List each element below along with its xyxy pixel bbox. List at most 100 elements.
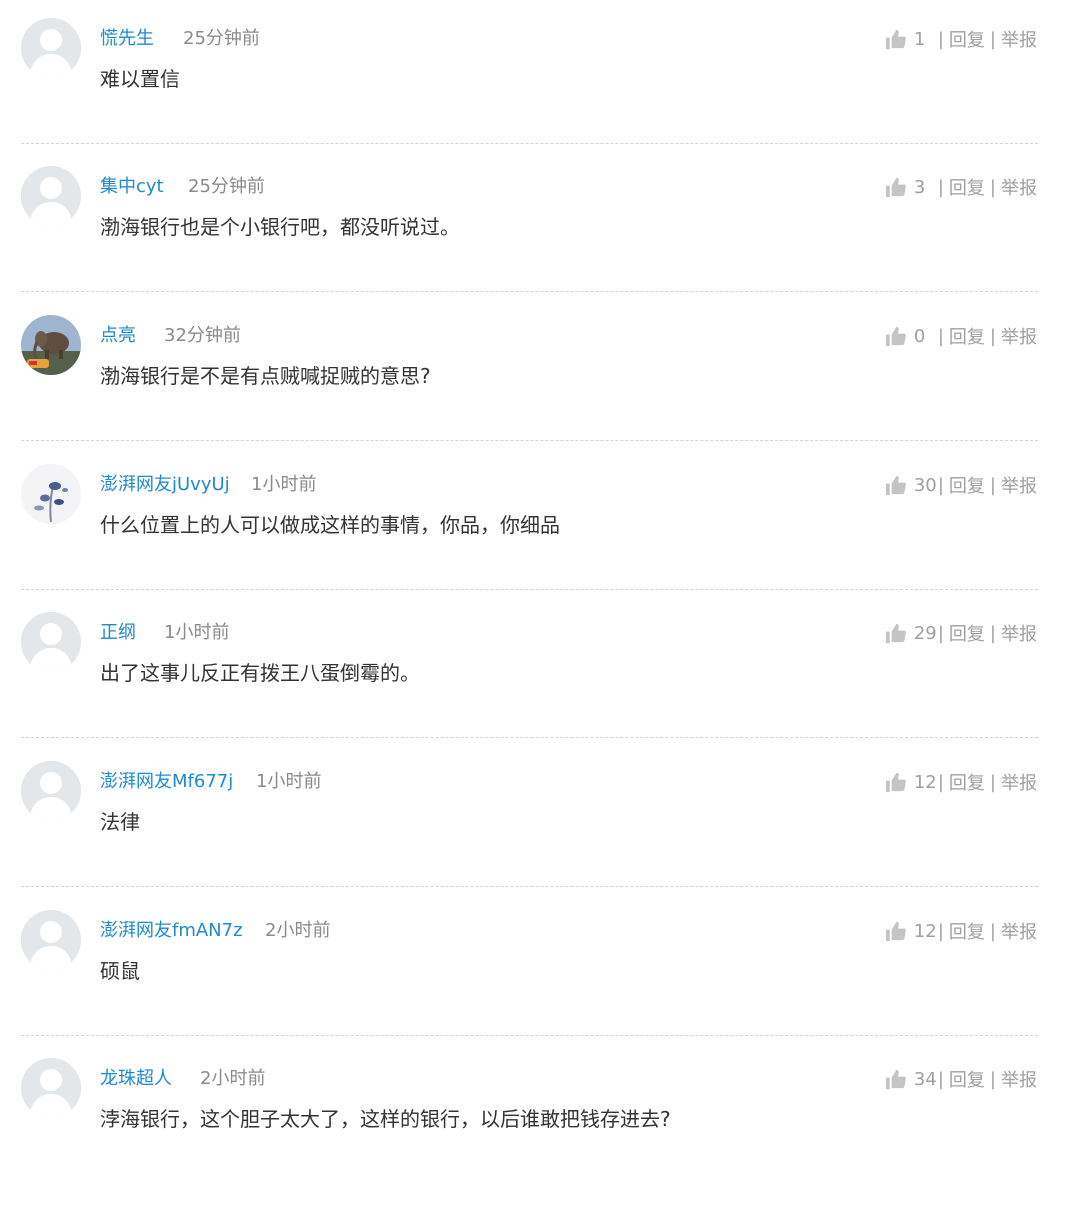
reply-button[interactable]: 回复 — [949, 918, 985, 944]
separator: | — [937, 920, 944, 942]
separator: | — [937, 474, 944, 496]
separator: | — [989, 28, 996, 50]
thumbs-up-icon — [885, 623, 906, 643]
like-button[interactable]: 12 — [884, 920, 937, 943]
username[interactable]: 点亮 — [100, 324, 136, 348]
like-count: 30 — [913, 474, 937, 496]
like-button[interactable]: 34 — [884, 1068, 937, 1091]
reply-button[interactable]: 回复 — [949, 769, 985, 795]
report-button[interactable]: 举报 — [1001, 174, 1037, 200]
like-count: 3 — [913, 176, 926, 198]
comment-text: 出了这事儿反正有拨王八蛋倒霉的。 — [100, 661, 420, 685]
thumbs-up-icon — [885, 29, 906, 49]
comment-text: 法律 — [100, 810, 140, 834]
thumbs-up-icon — [885, 177, 906, 197]
comment-item: 集中cyt 25分钟前 渤海银行也是个小银行吧，都没听说过。 3 | 回复 | … — [0, 166, 1080, 323]
avatar[interactable] — [21, 1058, 81, 1118]
like-button[interactable]: 29 — [884, 622, 937, 645]
like-count: 0 — [913, 325, 926, 347]
like-button[interactable]: 3 — [884, 176, 933, 199]
comment-actions: 29 | 回复 | 举报 — [884, 619, 1037, 647]
report-button[interactable]: 举报 — [1001, 323, 1037, 349]
comment-text: 渤海银行也是个小银行吧，都没听说过。 — [100, 215, 460, 239]
report-button[interactable]: 举报 — [1001, 918, 1037, 944]
comment-divider — [21, 737, 1038, 738]
separator: | — [937, 1068, 944, 1090]
timestamp: 1小时前 — [256, 771, 322, 792]
comment-text: 难以置信 — [100, 67, 180, 91]
thumbs-up-icon — [885, 1069, 906, 1089]
comment-item: 慌先生 25分钟前 难以置信 1 | 回复 | 举报 — [0, 18, 1080, 175]
user-silhouette-icon — [21, 166, 81, 226]
comment-text: 硕鼠 — [100, 959, 140, 983]
avatar[interactable] — [21, 612, 81, 672]
timestamp: 25分钟前 — [183, 28, 260, 49]
report-button[interactable]: 举报 — [1001, 620, 1037, 646]
report-button[interactable]: 举报 — [1001, 472, 1037, 498]
like-button[interactable]: 0 — [884, 325, 933, 348]
separator: | — [989, 474, 996, 496]
report-button[interactable]: 举报 — [1001, 769, 1037, 795]
username[interactable]: 龙珠超人 — [100, 1067, 172, 1091]
comment-item: 点亮 32分钟前 渤海银行是不是有点贼喊捉贼的意思? 0 | 回复 | 举报 — [0, 315, 1080, 472]
timestamp: 25分钟前 — [188, 176, 265, 197]
timestamp: 2小时前 — [200, 1068, 266, 1089]
comment-divider — [21, 886, 1038, 887]
comment-item: 正纲 1小时前 出了这事儿反正有拨王八蛋倒霉的。 29 | 回复 | 举报 — [0, 612, 1080, 769]
separator: | — [937, 622, 944, 644]
comment-actions: 3 | 回复 | 举报 — [884, 173, 1037, 201]
separator: | — [989, 1068, 996, 1090]
reply-button[interactable]: 回复 — [949, 472, 985, 498]
like-count: 34 — [913, 1068, 937, 1090]
comment-text: 浡海银行，这个胆子太大了，这样的银行，以后谁敢把钱存进去? — [100, 1107, 671, 1131]
like-count: 12 — [913, 920, 937, 942]
reply-button[interactable]: 回复 — [949, 174, 985, 200]
avatar[interactable] — [21, 18, 81, 78]
avatar[interactable] — [21, 315, 81, 375]
thumbs-up-icon — [885, 921, 906, 941]
comment-actions: 30 | 回复 | 举报 — [884, 471, 1037, 499]
avatar[interactable] — [21, 910, 81, 970]
comment-list: 慌先生 25分钟前 难以置信 1 | 回复 | 举报 集中cyt 25分钟前 渤… — [0, 0, 1080, 1169]
timestamp: 2小时前 — [265, 920, 331, 941]
reply-button[interactable]: 回复 — [949, 620, 985, 646]
user-silhouette-icon — [21, 1058, 81, 1118]
report-button[interactable]: 举报 — [1001, 1066, 1037, 1092]
avatar[interactable] — [21, 464, 81, 524]
report-button[interactable]: 举报 — [1001, 26, 1037, 52]
like-count: 29 — [913, 622, 937, 644]
like-count: 12 — [913, 771, 937, 793]
comment-item: 澎湃网友fmAN7z 2小时前 硕鼠 12 | 回复 | 举报 — [0, 910, 1080, 1067]
separator: | — [937, 771, 944, 793]
username[interactable]: 集中cyt — [100, 175, 164, 199]
avatar[interactable] — [21, 761, 81, 821]
reply-button[interactable]: 回复 — [949, 26, 985, 52]
separator: | — [937, 325, 944, 347]
username[interactable]: 澎湃网友fmAN7z — [100, 919, 243, 943]
comment-actions: 12 | 回复 | 举报 — [884, 917, 1037, 945]
timestamp: 1小时前 — [251, 474, 317, 495]
comment-actions: 1 | 回复 | 举报 — [884, 25, 1037, 53]
comment-item: 澎湃网友jUvyUj 1小时前 什么位置上的人可以做成这样的事情，你品，你细品 … — [0, 464, 1080, 621]
separator: | — [937, 176, 944, 198]
avatar[interactable] — [21, 166, 81, 226]
like-count: 1 — [913, 28, 926, 50]
like-button[interactable]: 12 — [884, 771, 937, 794]
reply-button[interactable]: 回复 — [949, 323, 985, 349]
like-button[interactable]: 1 — [884, 28, 933, 51]
comment-text: 什么位置上的人可以做成这样的事情，你品，你细品 — [100, 513, 560, 537]
comment-actions: 34 | 回复 | 举报 — [884, 1065, 1037, 1093]
reply-button[interactable]: 回复 — [949, 1066, 985, 1092]
username[interactable]: 慌先生 — [100, 27, 154, 51]
username[interactable]: 正纲 — [100, 621, 136, 645]
separator: | — [989, 325, 996, 347]
user-silhouette-icon — [21, 761, 81, 821]
username[interactable]: 澎湃网友jUvyUj — [100, 473, 230, 497]
comment-text: 渤海银行是不是有点贼喊捉贼的意思? — [100, 364, 431, 388]
username[interactable]: 澎湃网友Mf677j — [100, 770, 233, 794]
comment-divider — [21, 589, 1038, 590]
timestamp: 32分钟前 — [164, 325, 241, 346]
comment-divider — [21, 440, 1038, 441]
separator: | — [989, 176, 996, 198]
like-button[interactable]: 30 — [884, 474, 937, 497]
